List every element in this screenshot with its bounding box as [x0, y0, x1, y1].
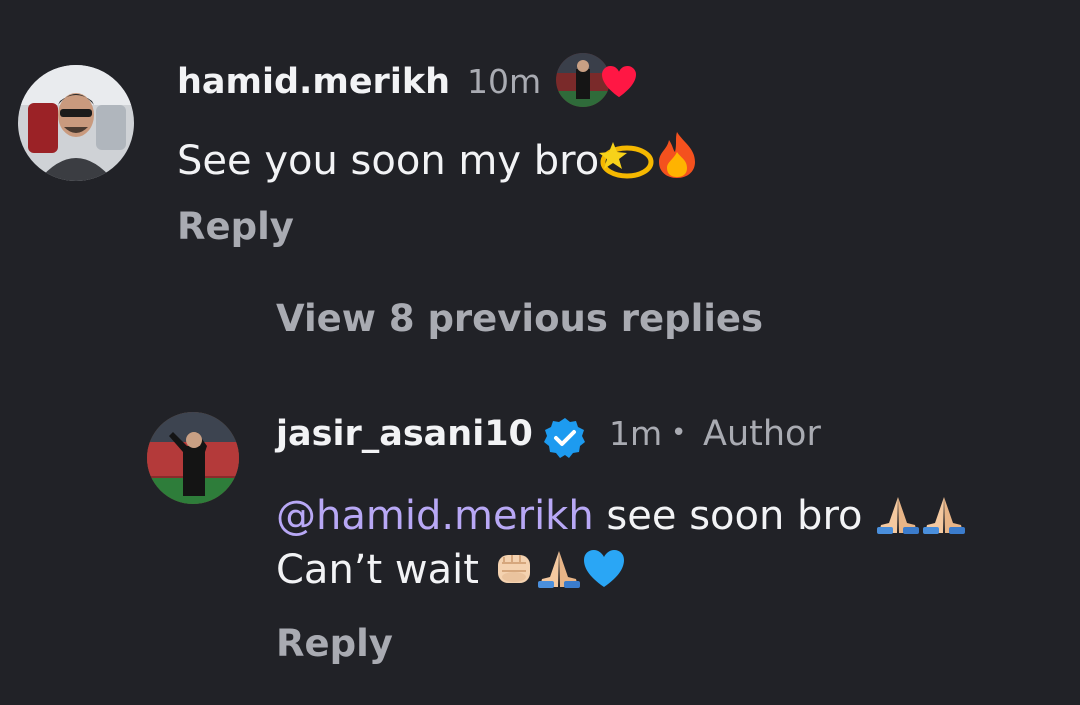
reply-author-avatar-image	[147, 412, 239, 504]
meta-separator: •	[671, 418, 687, 448]
reply-text-2: Can’t wait	[276, 547, 479, 593]
heart-icon	[600, 65, 638, 99]
folded-hands-emoji	[536, 549, 582, 589]
reply-text-1: see soon bro	[606, 493, 863, 539]
comment-reply-button[interactable]: Reply	[177, 205, 294, 248]
reply-username[interactable]: jasir_asani10	[276, 414, 533, 454]
commenter-username[interactable]: hamid.merikh	[177, 62, 450, 102]
reply-timestamp: 1m	[609, 414, 663, 453]
folded-hands-emoji	[921, 495, 967, 535]
reply-text-line-1: @hamid.merikh see soon bro	[276, 493, 967, 539]
reply-text-line-2: Can’t wait	[276, 547, 626, 593]
mention-link[interactable]: @hamid.merikh	[276, 493, 594, 539]
author-label: Author	[703, 414, 821, 454]
commenter-avatar[interactable]	[18, 65, 134, 181]
comment-text-line: See you soon my bro	[177, 130, 699, 184]
verified-badge-icon	[543, 416, 587, 460]
reply-reply-button[interactable]: Reply	[276, 622, 393, 665]
comment-timestamp: 10m	[467, 62, 542, 101]
view-previous-replies-button[interactable]: View 8 previous replies	[276, 297, 763, 340]
fire-emoji	[655, 130, 699, 180]
raised-fist-emoji	[492, 547, 536, 589]
blue-heart-emoji	[582, 549, 626, 589]
reply-author-avatar[interactable]	[147, 412, 239, 504]
dizzy-emoji	[599, 136, 655, 180]
commenter-avatar-image	[18, 65, 134, 181]
folded-hands-emoji	[875, 495, 921, 535]
comment-text: See you soon my bro	[177, 138, 600, 184]
liked-by-author-indicator	[554, 51, 640, 109]
